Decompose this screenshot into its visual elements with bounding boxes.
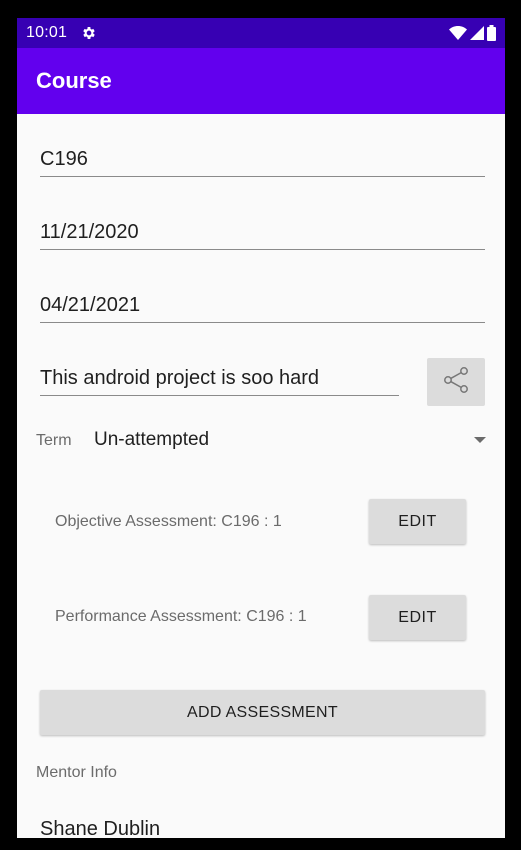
share-icon: [441, 365, 471, 400]
term-value[interactable]: Un-attempted: [94, 429, 209, 451]
dropdown-arrow-icon[interactable]: [474, 437, 486, 443]
mentor-name-field[interactable]: Shane Dublin: [40, 818, 160, 838]
add-assessment-button[interactable]: ADD ASSESSMENT: [40, 690, 485, 735]
objective-assessment-label: Objective Assessment: C196 : 1: [55, 513, 282, 530]
status-time: 10:01: [26, 24, 68, 41]
course-title-field[interactable]: C196: [40, 148, 485, 177]
app-bar-title: Course: [36, 68, 112, 93]
term-spinner[interactable]: Term Un-attempted: [36, 428, 486, 452]
share-button[interactable]: [427, 358, 485, 406]
note-field[interactable]: This android project is soo hard: [40, 367, 399, 396]
battery-icon: [487, 25, 496, 41]
status-icons: [449, 25, 496, 41]
start-date-field[interactable]: 11/21/2020: [40, 221, 485, 250]
term-label: Term: [36, 432, 72, 449]
wifi-icon: [449, 26, 467, 40]
status-bar: 10:01: [17, 18, 505, 48]
edit-performance-assessment-button[interactable]: EDIT: [369, 595, 466, 640]
device-screen: 10:01 Course C196 11/21/2020 04/21/2021 …: [17, 18, 505, 838]
gear-icon: [81, 25, 97, 41]
performance-assessment-label: Performance Assessment: C196 : 1: [55, 608, 307, 625]
app-bar: Course: [17, 48, 505, 114]
edit-objective-assessment-button[interactable]: EDIT: [369, 499, 466, 544]
signal-icon: [470, 26, 484, 40]
end-date-field[interactable]: 04/21/2021: [40, 294, 485, 323]
mentor-info-label: Mentor Info: [36, 764, 117, 781]
